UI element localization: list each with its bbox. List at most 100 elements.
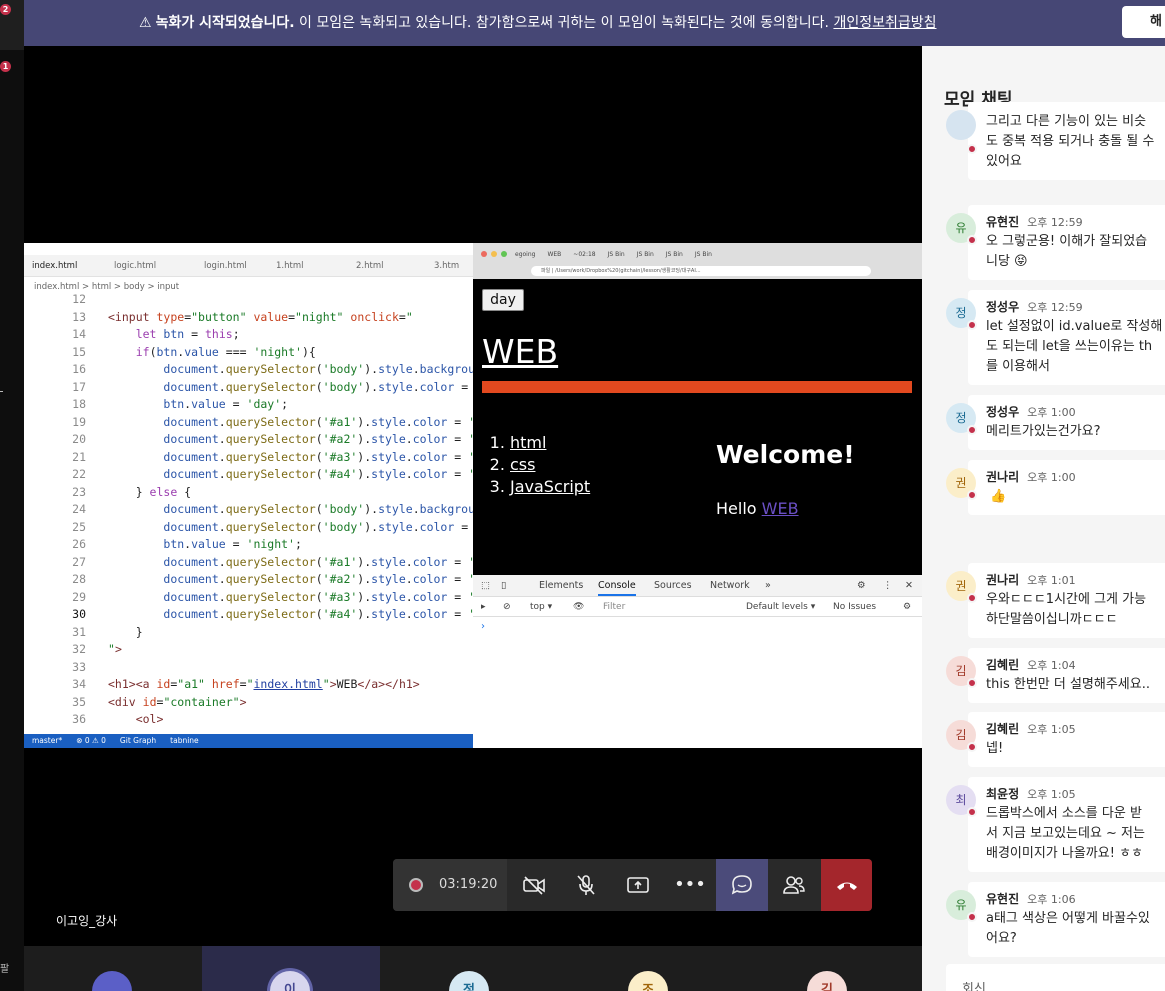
participant-thumbnail[interactable]: 정 [381,946,559,991]
participant-strip: 이정조 김 [24,946,922,991]
participant-thumbnail[interactable]: 이 [202,946,380,991]
status-item[interactable]: ⊗ 0 ⚠ 0 [76,736,106,745]
address-bar[interactable]: 파일 | /Users/work/Dropbox%20(gitchain)/le… [531,266,871,276]
tab-console[interactable]: Console [598,580,636,596]
presence-busy-icon [967,742,977,752]
mic-muted-button[interactable] [560,859,612,911]
message-bubble[interactable]: 김혜린 오후 1:04 this 한번만 더 설명해주세요.. [968,648,1165,703]
reply-input[interactable]: 회신 [946,964,1165,991]
browser-tab[interactable]: JS Bin [695,251,712,258]
console-settings-icon[interactable]: ⚙ [903,602,911,612]
browser-tab[interactable]: ~02:18 [573,251,595,258]
message-bubble[interactable]: 최윤정 오후 1:05 드롭박스에서 소스를 다운 받 서 지금 보고있는데요 ~ … [968,777,1165,872]
close-devtools-icon[interactable]: ✕ [905,580,913,591]
tab-network[interactable]: Network [710,580,750,591]
log-levels-select[interactable]: Default levels ▾ [746,602,815,612]
day-night-button[interactable]: day [482,289,524,311]
privacy-policy-link[interactable]: 개인정보취급방침 [833,15,936,31]
topic-link[interactable]: html [510,433,546,452]
line-number: 25 [72,519,86,534]
leave-call-button[interactable] [821,859,872,911]
message-time: 오후 12:59 [1027,216,1083,229]
device-toolbar-icon[interactable]: ▯ [501,580,506,591]
topic-link[interactable]: css [510,455,535,474]
status-item[interactable]: tabnine [170,736,199,745]
code-text: <input type="button" value="night" oncli… [108,309,413,324]
people-icon [783,876,805,894]
status-item[interactable]: Git Graph [120,736,156,745]
line-number: 21 [72,449,86,464]
chat-badge[interactable]: 1 [0,61,11,72]
message-text: a태그 색상은 어떻게 바꿀수있 어요? [986,911,1150,946]
inspect-icon[interactable]: ⬚ [481,580,490,591]
message-bubble[interactable]: 정성우 오후 12:59 let 설정없이 id.value로 작성해 도 되는데 … [968,290,1165,385]
editor-tab[interactable]: logic.html [114,261,156,271]
page-title-link[interactable]: WEB [482,332,558,371]
line-number: 22 [72,467,86,481]
sidebar-toggle-icon[interactable]: ▸ [481,602,486,612]
zoom-window-icon[interactable] [501,251,507,257]
browser-tab[interactable]: egoing [515,251,535,258]
editor-tab[interactable]: 1.html [276,261,303,271]
browser-window: egoing WEB ~02:18 JS Bin JS Bin JS Bin JS Bin … [473,243,922,748]
shared-screen: index.html logic.html login.html 1.html 2.ht… [24,46,922,946]
topic-link[interactable]: JavaScript [510,477,590,496]
filter-input[interactable]: Filter [603,602,625,612]
more-tabs-icon[interactable]: » [765,580,771,591]
code-editor[interactable]: 12 13 <input type="button" value="night" o… [24,291,474,729]
message-bubble[interactable]: 유현진 오후 1:06 a태그 색상은 어떻게 바꿀수있 어요? [968,882,1165,957]
message-bubble[interactable]: 권나리 오후 1:00 👍 [968,460,1165,515]
issues-badge[interactable]: No Issues [833,602,876,612]
chat-toggle-button[interactable] [716,859,768,911]
participant-thumbnail[interactable] [24,946,202,991]
editor-tab[interactable]: 2.html [356,261,383,271]
participants-button[interactable] [768,859,820,911]
message-bubble[interactable]: 그리고 다른 기능이 있는 비슷 도 중복 적용 되거나 충돌 될 수 있어요 [968,102,1165,180]
eye-icon[interactable]: 👁 [573,602,584,612]
activity-badge[interactable]: 2 [0,4,11,15]
browser-tab[interactable]: JS Bin [666,251,683,258]
participant-thumbnail[interactable]: 조 [560,946,738,991]
status-item[interactable]: master* [32,736,62,745]
browser-tab[interactable]: WEB [547,251,561,258]
context-select[interactable]: top ▾ [530,602,552,612]
clear-console-icon[interactable]: ⊘ [503,602,511,612]
minimize-window-icon[interactable] [491,251,497,257]
code-text: document.querySelector('#a3').style.colo… [163,449,474,464]
rail-bottom-label[interactable]: 팔 [0,960,9,975]
camera-off-button[interactable] [508,859,560,911]
hello-web-link[interactable]: WEB [762,499,799,518]
banner-dismiss-button[interactable]: 해 [1122,6,1165,38]
code-line: 13 <input type="button" value="night" onc… [24,309,474,327]
editor-tab[interactable]: login.html [204,261,247,271]
kebab-menu-icon[interactable]: ⋮ [883,580,893,591]
editor-tab[interactable]: 3.htm [434,261,459,271]
message-bubble[interactable]: 권나리 오후 1:01 우와ㄷㄷㄷ1시간에 그게 가능 하단말씀이십니까ㄷㄷㄷ [968,563,1165,638]
message-time: 오후 1:05 [1027,723,1076,736]
code-text: <ol> [135,712,164,726]
editor-tab[interactable]: index.html [32,261,77,271]
console-prompt[interactable]: › [481,621,485,632]
presence-busy-icon [967,678,977,688]
share-screen-button[interactable] [612,859,664,911]
browser-tab[interactable]: JS Bin [608,251,625,258]
close-window-icon[interactable] [481,251,487,257]
message-bubble[interactable]: 김혜린 오후 1:05 넵! [968,712,1165,767]
message-bubble[interactable]: 정성우 오후 1:00 메리트가있는건가요? [968,395,1165,450]
message-header: 정성우 오후 1:00 [986,403,1165,420]
settings-gear-icon[interactable]: ⚙ [857,580,866,591]
message-bubble[interactable]: 유현진 오후 12:59 오 그렇군용! 이해가 잘되었습 니당 😝 [968,205,1165,280]
more-actions-button[interactable]: ••• [664,859,716,911]
browser-tab[interactable]: JS Bin [637,251,654,258]
editor-tabs: index.html logic.html login.html 1.html 2.ht… [24,255,474,277]
avatar[interactable] [946,110,976,140]
code-text: document.querySelector('body').style.bac… [163,502,474,516]
app-rail: 2 1 팔 [0,0,24,991]
participant-thumbnail[interactable]: 김 [739,946,917,991]
message-text: this 한번만 더 설명해주세요.. [986,677,1150,692]
code-line: 18 btn.value = 'day'; [24,396,474,414]
avatar: 조 [628,971,668,991]
warning-icon: ⚠ [139,15,152,31]
tab-sources[interactable]: Sources [654,580,692,591]
tab-elements[interactable]: Elements [539,580,583,591]
